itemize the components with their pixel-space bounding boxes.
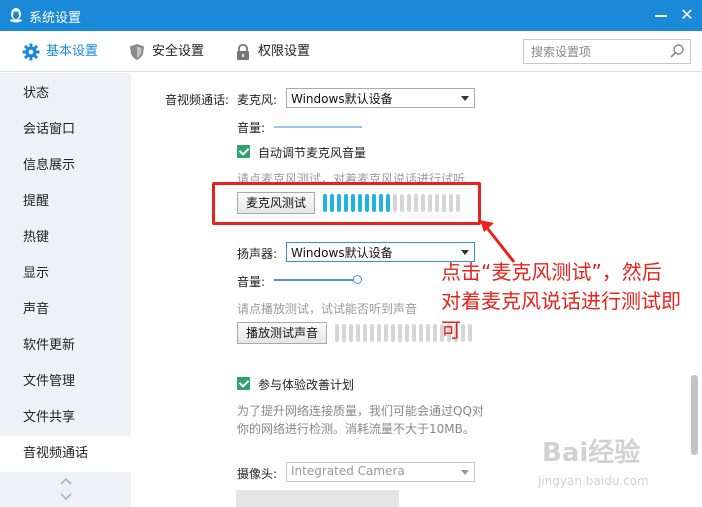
speaker-volume-slider[interactable] — [274, 279, 358, 281]
sidebar-item-hotkeys[interactable]: 热键 — [0, 220, 131, 256]
speaker-label: 扬声器: — [237, 247, 278, 261]
annotation-line2: 对着麦克风说话进行测试即 — [441, 289, 681, 313]
camera-device-select[interactable]: Integrated Camera — [286, 462, 475, 482]
speaker-meter-segment — [335, 324, 339, 342]
watermark-sub: jingyan.baidu.com — [538, 474, 649, 488]
minimize-button[interactable] — [652, 4, 670, 24]
lock-icon — [237, 44, 249, 60]
mic-device-select[interactable]: Windows默认设备 — [286, 88, 475, 108]
title-bar: 系统设置 ✕ — [0, 0, 702, 31]
annotation-line3: 可 — [441, 318, 461, 342]
mic-volume-label: 音量: — [237, 121, 266, 135]
search-icon[interactable] — [669, 43, 685, 59]
improvement-label: 参与体验改善计划 — [258, 378, 355, 392]
sidebar: 状态 会话窗口 信息展示 提醒 热键 显示 声音 软件更新 文件管理 文件共享 … — [0, 73, 131, 507]
improvement-desc-line2: 你的网络进行检测。消耗流量不大于10MB。 — [237, 422, 475, 436]
mic-volume-slider[interactable] — [274, 126, 362, 128]
close-button[interactable]: ✕ — [676, 4, 698, 26]
search-box — [523, 39, 691, 64]
tab-security-settings[interactable]: 安全设置 — [128, 31, 208, 72]
section-label-av-call: 音视频通话: — [165, 93, 230, 107]
tab-security-label: 安全设置 — [152, 44, 205, 59]
watermark-text: Bai经验 — [542, 438, 641, 468]
sidebar-item-info-display[interactable]: 信息展示 — [0, 148, 131, 184]
speaker-meter-segment — [349, 324, 353, 342]
dropdown-arrow-icon — [461, 470, 469, 475]
sidebar-item-reminders[interactable]: 提醒 — [0, 184, 131, 220]
improvement-desc-line1: 为了提升网络连接质量，我们可能会通过QQ对 — [237, 404, 484, 418]
camera-label: 摄像头: — [237, 467, 278, 481]
top-nav: 基本设置 安全设置 权限设置 — [0, 31, 702, 72]
speaker-meter-segment — [370, 324, 374, 342]
search-input[interactable] — [524, 40, 664, 63]
sidebar-item-av-call[interactable]: 音视频通话 — [0, 436, 131, 472]
tab-basic-label: 基本设置 — [46, 44, 99, 59]
speaker-test-hint: 请点播放测试，试试能否听到声音 — [237, 302, 418, 316]
speaker-meter-segment — [377, 324, 381, 342]
mic-device-value: Windows默认设备 — [291, 92, 393, 106]
baidu-watermark: Bai经验 jingyan.baidu.com — [534, 432, 694, 492]
auto-adjust-label: 自动调节麦克风音量 — [258, 146, 367, 160]
camera-device-value: Integrated Camera — [291, 464, 405, 478]
speaker-meter-segment — [405, 324, 409, 342]
chevron-up-icon[interactable] — [58, 475, 74, 487]
speaker-device-value: Windows默认设备 — [291, 246, 393, 260]
tab-permission-label: 权限设置 — [258, 44, 311, 59]
sidebar-item-sound[interactable]: 声音 — [0, 292, 131, 328]
annotation-text: 点击“麦克风测试”，然后 对着麦克风说话进行测试即 可 — [441, 258, 700, 345]
improvement-checkbox[interactable] — [237, 377, 250, 390]
camera-preview — [236, 490, 399, 507]
window-title: 系统设置 — [29, 11, 82, 26]
speaker-meter-segment — [363, 324, 367, 342]
play-test-sound-button[interactable]: 播放测试声音 — [237, 322, 328, 344]
annotation-highlight-box — [212, 182, 481, 225]
speaker-meter-segment — [419, 324, 423, 342]
speaker-meter-segment — [426, 324, 430, 342]
dropdown-arrow-icon — [461, 96, 469, 101]
sidebar-item-software-update[interactable]: 软件更新 — [0, 328, 131, 364]
speaker-meter-segment — [391, 324, 395, 342]
qq-penguin-icon — [10, 8, 22, 23]
auto-adjust-checkbox[interactable] — [237, 145, 250, 158]
speaker-meter-segment — [412, 324, 416, 342]
shield-icon — [130, 44, 144, 60]
tab-basic-settings[interactable]: 基本设置 — [22, 31, 102, 72]
annotation-line1: 点击“麦克风测试”，然后 — [441, 260, 662, 284]
dropdown-arrow-icon — [461, 250, 469, 255]
sidebar-item-chat-window[interactable]: 会话窗口 — [0, 112, 131, 148]
mic-label: 麦克风: — [237, 93, 278, 107]
tab-permission-settings[interactable]: 权限设置 — [234, 31, 314, 72]
speaker-volume-knob[interactable] — [353, 275, 362, 284]
sidebar-item-display[interactable]: 显示 — [0, 256, 131, 292]
sidebar-item-file-management[interactable]: 文件管理 — [0, 364, 131, 400]
sidebar-item-file-sharing[interactable]: 文件共享 — [0, 400, 131, 436]
speaker-meter-segment — [342, 324, 346, 342]
speaker-meter-segment — [384, 324, 388, 342]
sidebar-item-status[interactable]: 状态 — [0, 76, 131, 112]
speaker-meter-segment — [356, 324, 360, 342]
speaker-volume-label: 音量: — [237, 275, 266, 289]
chevron-down-icon[interactable] — [58, 491, 74, 503]
speaker-meter-segment — [398, 324, 402, 342]
gear-icon — [22, 43, 40, 61]
speaker-meter-segment — [433, 324, 437, 342]
